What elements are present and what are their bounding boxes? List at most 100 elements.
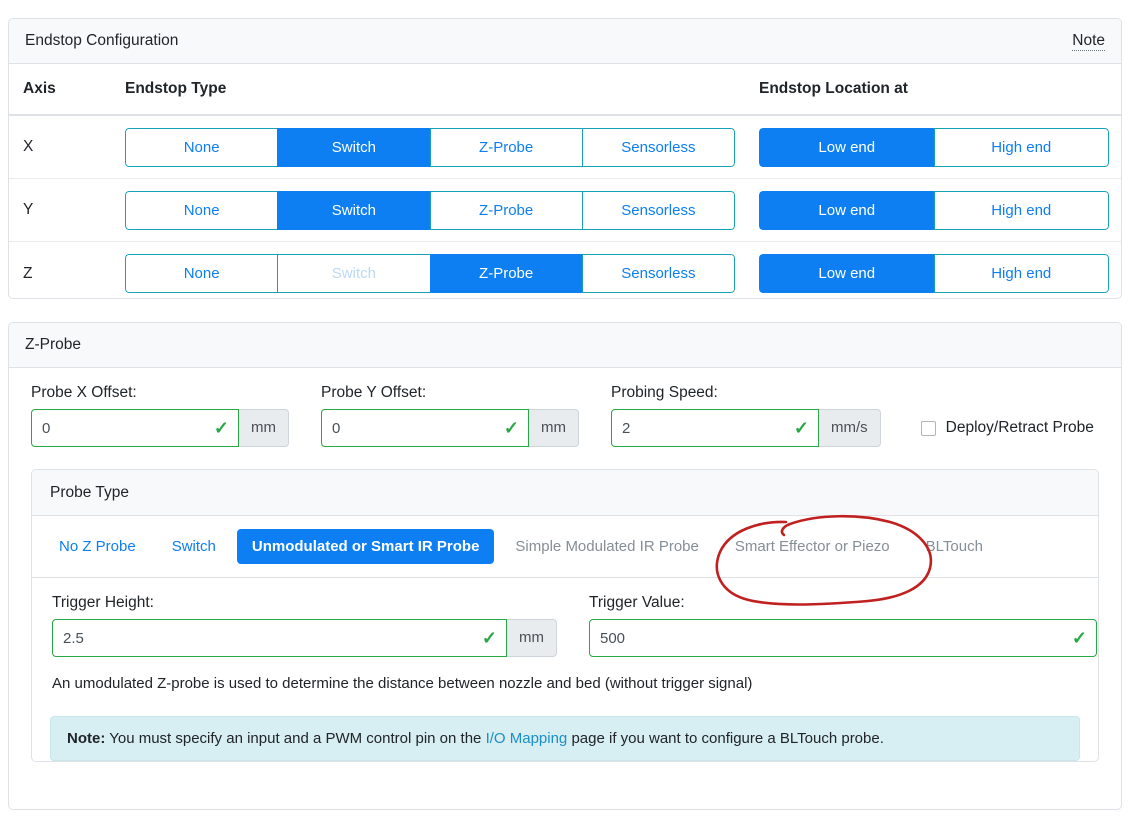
io-mapping-link[interactable]: I/O Mapping xyxy=(486,730,568,747)
probe-y-offset-input-wrap: ✓ xyxy=(321,409,529,447)
page-root: Endstop Configuration Note Axis Endstop … xyxy=(0,0,1130,819)
probe-type-tab-bltouch: BLTouch xyxy=(925,538,983,555)
probe-type-card: Probe Type No Z Probe Switch Unmodulated o… xyxy=(31,469,1099,762)
endstop-type-option-z-probe[interactable]: Z-Probe xyxy=(429,190,582,230)
deploy-retract-probe-label[interactable]: Deploy/Retract Probe xyxy=(946,419,1094,437)
probing-speed-input-group: ✓mm/s xyxy=(611,409,881,447)
probing-speed-label: Probing Speed: xyxy=(611,384,718,401)
trigger-height-input-wrap: ✓ xyxy=(52,619,507,657)
probe-type-tab-smart-effector-or-piezo: Smart Effector or Piezo xyxy=(734,538,890,555)
probe-y-offset-input[interactable] xyxy=(321,409,529,447)
trigger-value-input[interactable] xyxy=(589,619,1097,657)
endstop-location-option-high-end[interactable]: High end xyxy=(933,127,1109,167)
endstop-location-button-group: Low end High end xyxy=(759,127,1109,167)
probe-type-tab-no-z-probe[interactable]: No Z Probe xyxy=(44,529,151,564)
endstop-type-button-group: None Switch Z-Probe Sensorless xyxy=(125,190,735,230)
endstop-type-option-none[interactable]: None xyxy=(125,254,278,293)
endstop-type-button-group: None Switch Z-Probe Sensorless xyxy=(125,254,735,293)
endstop-card-header: Endstop Configuration Note xyxy=(9,19,1121,64)
trigger-value-input-group: ✓ xyxy=(589,619,1097,657)
trigger-settings-zone: Trigger Height: ✓ mm Trigger Value: xyxy=(32,578,1098,700)
trigger-fields-row: Trigger Height: ✓ mm Trigger Value: xyxy=(52,594,1097,657)
endstop-type-option-sensorless[interactable]: Sensorless xyxy=(581,127,735,167)
endstop-location-group-z: Low end High end xyxy=(759,254,1109,293)
endstop-location-button-group: Low end High end xyxy=(759,190,1109,230)
endstop-type-option-sensorless[interactable]: Sensorless xyxy=(581,254,735,293)
probe-offsets-row: Probe X Offset:✓mmProbe Y Offset:✓mmProb… xyxy=(31,384,1099,447)
column-header-axis: Axis xyxy=(23,80,56,97)
endstop-card-title: Endstop Configuration xyxy=(25,32,179,49)
trigger-value-label: Trigger Value: xyxy=(589,594,685,611)
endstop-row-y: Y None Switch Z-Probe Sensorless Low end High … xyxy=(9,179,1121,242)
endstop-location-option-high-end[interactable]: High end xyxy=(933,190,1109,230)
trigger-value-input-wrap: ✓ xyxy=(589,619,1097,657)
axis-label-z: Z xyxy=(23,264,33,282)
endstop-location-option-low-end[interactable]: Low end xyxy=(759,254,934,293)
endstop-type-option-none[interactable]: None xyxy=(125,190,278,230)
trigger-height-input[interactable] xyxy=(52,619,507,657)
endstop-location-option-high-end[interactable]: High end xyxy=(933,254,1109,293)
endstop-type-option-sensorless[interactable]: Sensorless xyxy=(581,190,735,230)
deploy-retract-probe-checkbox[interactable] xyxy=(920,420,936,436)
probe-x-offset-input-wrap: ✓ xyxy=(31,409,239,447)
trigger-height-input-group: ✓ mm xyxy=(52,619,557,657)
endstop-location-option-low-end[interactable]: Low end xyxy=(759,127,934,167)
note-banner-text-after: page if you want to configure a BLTouch … xyxy=(567,730,884,747)
probe-y-offset-label: Probe Y Offset: xyxy=(321,384,427,401)
column-header-endstop-type: Endstop Type xyxy=(125,80,227,97)
z-probe-body: Probe X Offset:✓mmProbe Y Offset:✓mmProb… xyxy=(9,368,1121,776)
z-probe-card: Z-Probe Probe X Offset:✓mmProbe Y Offset… xyxy=(8,322,1122,810)
note-tooltip-link[interactable]: Note xyxy=(1072,32,1105,51)
probe-y-offset-input-group: ✓mm xyxy=(321,409,579,447)
endstop-type-option-z-probe[interactable]: Z-Probe xyxy=(429,127,582,167)
probe-type-tab-switch[interactable]: Switch xyxy=(157,529,231,564)
endstop-type-group-z: None Switch Z-Probe Sensorless xyxy=(125,254,759,293)
trigger-height-unit: mm xyxy=(507,619,557,657)
probe-x-offset-label: Probe X Offset: xyxy=(31,384,137,401)
note-banner-prefix: Note: xyxy=(67,730,106,747)
probing-speed-input[interactable] xyxy=(611,409,819,447)
endstop-location-option-low-end[interactable]: Low end xyxy=(759,190,934,230)
probe-type-card-title: Probe Type xyxy=(50,483,129,501)
probe-description-text: An umodulated Z-probe is used to determi… xyxy=(52,675,753,692)
endstop-table: Axis Endstop Type Endstop Location at X N… xyxy=(9,64,1121,305)
probing-speed-unit: mm/s xyxy=(819,409,881,447)
probe-type-card-header: Probe Type xyxy=(32,470,1098,516)
note-banner-text-before: You must specify an input and a PWM cont… xyxy=(105,730,486,747)
probe-type-tab-unmodulated-or-smart-ir-probe[interactable]: Unmodulated or Smart IR Probe xyxy=(236,529,495,564)
endstop-type-button-group: None Switch Z-Probe Sensorless xyxy=(125,127,735,167)
axis-label-y: Y xyxy=(23,201,34,218)
endstop-table-header-row: Axis Endstop Type Endstop Location at xyxy=(9,64,1121,116)
probe-x-offset-input-group: ✓mm xyxy=(31,409,289,447)
probing-speed-input-wrap: ✓ xyxy=(611,409,819,447)
axis-label-x: X xyxy=(23,138,34,155)
probe-y-offset-unit: mm xyxy=(529,409,579,447)
endstop-configuration-card: Endstop Configuration Note Axis Endstop … xyxy=(8,18,1122,299)
probe-x-offset-field: Probe X Offset: ✓mm xyxy=(31,384,289,447)
endstop-type-option-z-probe[interactable]: Z-Probe xyxy=(429,254,582,293)
endstop-type-option-none[interactable]: None xyxy=(125,127,278,167)
probe-type-tab-simple-modulated-ir-probe: Simple Modulated IR Probe xyxy=(515,538,699,555)
trigger-height-label: Trigger Height: xyxy=(52,594,154,611)
bltouch-note-banner: Note: You must specify an input and a PW… xyxy=(50,716,1080,761)
endstop-location-button-group: Low end High end xyxy=(759,254,1109,293)
endstop-type-option-switch[interactable]: Switch xyxy=(277,127,430,167)
endstop-type-group-x: None Switch Z-Probe Sensorless xyxy=(125,127,759,167)
trigger-height-field: Trigger Height: ✓ mm xyxy=(52,594,557,657)
z-probe-card-title: Z-Probe xyxy=(25,336,81,353)
trigger-value-field: Trigger Value: ✓ xyxy=(589,594,1097,657)
endstop-location-group-y: Low end High end xyxy=(759,190,1109,230)
endstop-type-group-y: None Switch Z-Probe Sensorless xyxy=(125,190,759,230)
endstop-type-option-switch: Switch xyxy=(277,254,430,293)
probing-speed-field: Probing Speed: ✓mm/s xyxy=(611,384,881,447)
endstop-type-option-switch[interactable]: Switch xyxy=(277,190,430,230)
endstop-row-z: Z None Switch Z-Probe Sensorless Low end High … xyxy=(9,242,1121,305)
probe-type-tab-list: No Z Probe Switch Unmodulated or Smart IR … xyxy=(32,516,1098,578)
endstop-location-group-x: Low end High end xyxy=(759,127,1109,167)
probe-x-offset-unit: mm xyxy=(239,409,289,447)
endstop-row-x: X None Switch Z-Probe Sensorless Low end High … xyxy=(9,116,1121,179)
probe-x-offset-input[interactable] xyxy=(31,409,239,447)
deploy-retract-probe-control[interactable]: Deploy/Retract Probe xyxy=(920,409,1094,447)
column-header-endstop-location: Endstop Location at xyxy=(759,80,908,97)
z-probe-card-header: Z-Probe xyxy=(9,323,1121,368)
